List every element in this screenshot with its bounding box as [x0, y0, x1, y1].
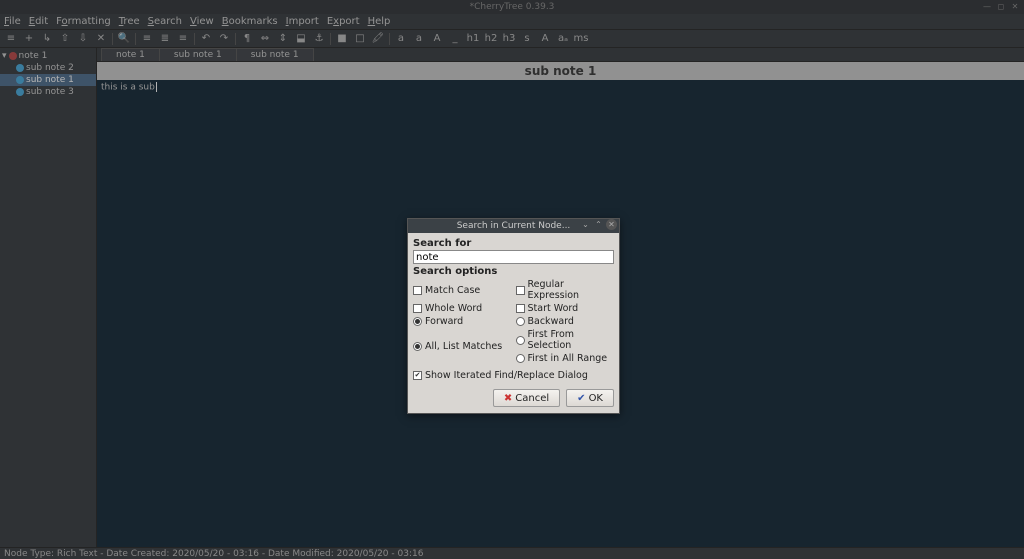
opt-label: First in All Range [528, 353, 608, 364]
opt-backward[interactable]: Backward [516, 316, 615, 327]
ok-button[interactable]: ✔ OK [566, 389, 614, 407]
opt-whole-word[interactable]: Whole Word [413, 303, 512, 314]
opt-show-iterated[interactable]: Show Iterated Find/Replace Dialog [413, 370, 614, 381]
opt-label: Regular Expression [528, 279, 615, 301]
opt-start-word[interactable]: Start Word [516, 303, 615, 314]
opt-label: Whole Word [425, 303, 482, 314]
search-dialog: Search in Current Node... ⌄ ⌃ ✕ Search f… [407, 218, 620, 414]
radio-icon [516, 354, 525, 363]
search-options-label: Search options [413, 266, 614, 277]
checkbox-icon [516, 286, 525, 295]
opt-first-range[interactable]: First in All Range [516, 353, 615, 364]
dialog-titlebar: Search in Current Node... ⌄ ⌃ ✕ [408, 219, 619, 233]
dialog-maximize-icon[interactable]: ⌃ [593, 219, 604, 230]
search-input[interactable] [413, 250, 614, 264]
cancel-button[interactable]: ✖Cancel [493, 389, 560, 407]
dialog-title: Search in Current Node... [457, 221, 571, 231]
dialog-close-icon[interactable]: ✕ [606, 219, 617, 230]
opt-match-case[interactable]: Match Case [413, 279, 512, 301]
radio-icon [516, 317, 525, 326]
radio-icon [516, 336, 525, 345]
dialog-minimize-icon[interactable]: ⌄ [580, 219, 591, 230]
opt-label: Start Word [528, 303, 579, 314]
checkbox-icon [516, 304, 525, 313]
opt-regex[interactable]: Regular Expression [516, 279, 615, 301]
checkbox-icon [413, 371, 422, 380]
opt-label: All, List Matches [425, 341, 502, 352]
radio-icon [413, 342, 422, 351]
opt-label: Match Case [425, 285, 480, 296]
search-for-label: Search for [413, 238, 614, 249]
button-label: Cancel [515, 393, 549, 404]
opt-label: First From Selection [528, 329, 615, 351]
checkbox-icon [413, 286, 422, 295]
opt-forward[interactable]: Forward [413, 316, 512, 327]
opt-first-sel[interactable]: First From Selection [516, 329, 615, 351]
opt-label: Backward [528, 316, 574, 327]
button-label: OK [589, 393, 603, 404]
dialog-buttons: ✖Cancel ✔ OK [413, 389, 614, 407]
opt-label: Show Iterated Find/Replace Dialog [425, 370, 588, 381]
cross-icon: ✖ [504, 393, 512, 404]
ok-icon: ✔ [577, 393, 585, 404]
search-options: Match Case Regular Expression Whole Word… [413, 279, 614, 381]
dialog-body: Search for Search options Match Case Reg… [408, 233, 619, 413]
radio-icon [413, 317, 422, 326]
checkbox-icon [413, 304, 422, 313]
opt-label: Forward [425, 316, 463, 327]
opt-all-list[interactable]: All, List Matches [413, 329, 512, 364]
